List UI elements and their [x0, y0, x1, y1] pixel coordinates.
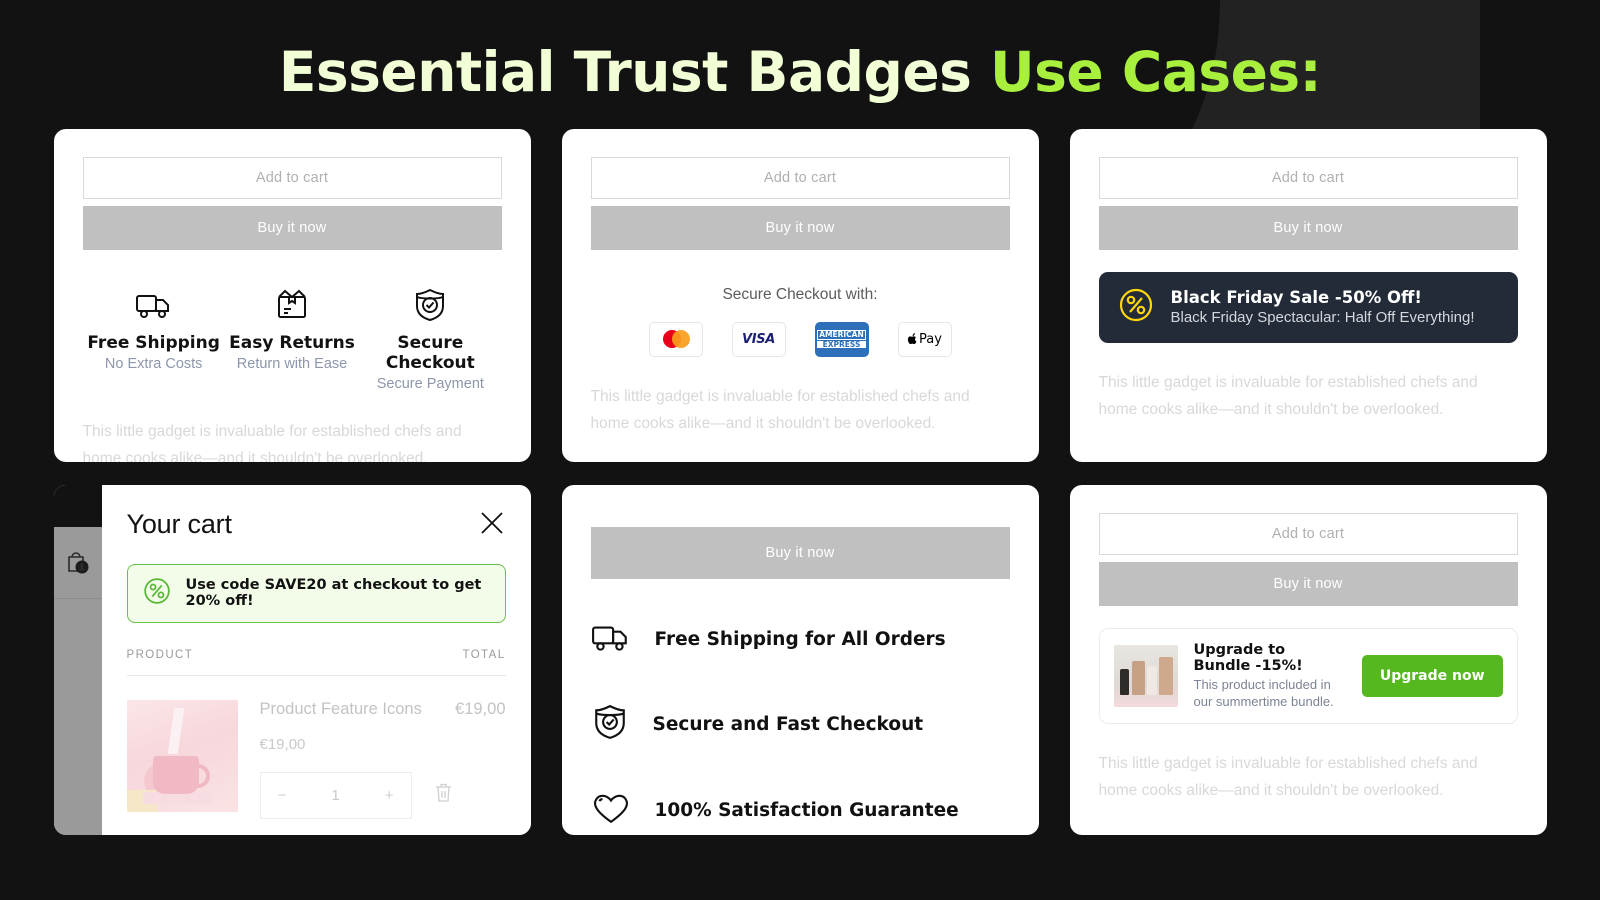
use-case-card-cart-drawer: 1 Your cart Use code SAVE20 at checkout …	[53, 484, 531, 835]
trust-badge-title: Easy Returns	[229, 332, 355, 353]
column-header-total: TOTAL	[462, 648, 506, 661]
heart-icon	[591, 791, 631, 830]
visa-logo: VISA	[731, 321, 786, 357]
cart-bag-icon[interactable]: 1	[64, 547, 94, 579]
cart-count-badge: 1	[79, 563, 84, 572]
column-header-product: PRODUCT	[126, 648, 194, 661]
percent-circle-icon	[1117, 286, 1155, 329]
cart-item-name[interactable]: Product Feature Icons	[260, 700, 422, 719]
trust-badge-title: Free Shipping	[87, 332, 220, 353]
product-description: This little gadget is invaluable for est…	[82, 422, 462, 462]
use-case-card-upsell: Add to cart Buy it now Upgrade to Bundle…	[1069, 484, 1547, 835]
apple-pay-wordmark: Pay	[919, 331, 942, 347]
use-case-card-sale-banner: Add to cart Buy it now Black Friday Sale…	[1069, 128, 1547, 462]
use-case-card-feature-list: Buy it now Free Shipping for All Orders	[561, 484, 1039, 835]
product-description: This little gadget is invaluable for est…	[590, 387, 970, 432]
promo-code-banner: Use code SAVE20 at checkout to get 20% o…	[126, 563, 506, 623]
cart-item-total: €19,00	[455, 699, 506, 718]
buy-it-now-button[interactable]: Buy it now	[1098, 205, 1518, 250]
bundle-thumbnail	[1113, 644, 1178, 707]
trust-badge-easy-returns: Easy Returns Return with Ease	[223, 286, 361, 392]
feature-row-free-shipping: Free Shipping for All Orders	[591, 621, 1010, 658]
percent-circle-icon	[142, 576, 172, 611]
quantity-stepper[interactable]: − 1 +	[259, 771, 412, 819]
apple-pay-logo: Pay	[897, 321, 952, 357]
shield-check-icon	[591, 704, 629, 745]
feature-list: Free Shipping for All Orders Secure and …	[591, 621, 1010, 830]
cart-drawer-body: Your cart Use code SAVE20 at checkout to…	[101, 484, 531, 835]
page-title: Essential Trust Badges Use Cases:	[0, 0, 1600, 103]
upsell-banner: Upgrade to Bundle -15%! This product inc…	[1098, 627, 1518, 725]
buy-it-now-button[interactable]: Buy it now	[1098, 561, 1518, 606]
add-to-cart-button[interactable]: Add to cart	[1098, 512, 1518, 555]
sidebar-top-bar	[53, 484, 102, 527]
quantity-decrease-button[interactable]: −	[278, 787, 287, 804]
secure-checkout-label: Secure Checkout with:	[722, 285, 878, 303]
feature-row-satisfaction: 100% Satisfaction Guarantee	[591, 791, 1010, 830]
amex-logo: AMERICAN EXPRESS	[814, 321, 869, 357]
trust-badge-free-shipping: Free Shipping No Extra Costs	[85, 286, 223, 392]
cart-drawer-header: Your cart	[127, 509, 506, 542]
cart-item-price: €19,00	[259, 735, 306, 753]
cart-line-item: Product Feature Icons €19,00 €19,00 − 1 …	[126, 699, 506, 819]
feature-label: Secure and Fast Checkout	[652, 713, 924, 735]
product-description: This little gadget is invaluable for est…	[1098, 373, 1478, 418]
black-friday-banner[interactable]: Black Friday Sale -50% Off! Black Friday…	[1098, 271, 1518, 343]
page-title-accent: Use Cases:	[990, 40, 1322, 104]
upsell-title: Upgrade to Bundle -15%!	[1193, 641, 1303, 674]
quantity-value[interactable]: 1	[331, 787, 339, 804]
close-icon[interactable]	[478, 509, 506, 542]
buy-it-now-button[interactable]: Buy it now	[590, 526, 1010, 579]
shield-check-icon	[361, 286, 499, 324]
feature-label: Free Shipping for All Orders	[654, 628, 946, 650]
buy-it-now-button[interactable]: Buy it now	[590, 205, 1010, 250]
cart-column-headers: PRODUCT TOTAL	[127, 649, 506, 661]
quantity-increase-button[interactable]: +	[385, 787, 394, 804]
apple-icon	[907, 332, 917, 344]
storefront-sidebar: 1	[53, 484, 102, 835]
sidebar-divider	[53, 597, 102, 599]
feature-label: 100% Satisfaction Guarantee	[654, 799, 959, 821]
mastercard-logo	[648, 321, 703, 357]
product-description: This little gadget is invaluable for est…	[1098, 755, 1478, 800]
buy-it-now-button[interactable]: Buy it now	[82, 205, 502, 250]
trust-badge-subtitle: Secure Payment	[376, 375, 484, 392]
use-case-card-payment-icons: Add to cart Buy it now Secure Checkout w…	[561, 128, 1039, 462]
add-to-cart-button[interactable]: Add to cart	[590, 156, 1010, 199]
box-return-icon	[223, 286, 361, 324]
feature-row-secure-checkout: Secure and Fast Checkout	[591, 704, 1010, 745]
use-case-card-trust-badges: Add to cart Buy it now Free Shipping No …	[53, 128, 531, 462]
payment-logo-row: VISA AMERICAN EXPRESS Pay	[591, 321, 1010, 357]
upsell-subtitle: This product included in our summertime …	[1193, 676, 1334, 709]
trust-badge-subtitle: Return with Ease	[236, 355, 348, 372]
banner-subtitle: Black Friday Spectacular: Half Off Every…	[1170, 309, 1475, 326]
product-thumbnail	[126, 699, 238, 812]
visa-wordmark: VISA	[741, 331, 776, 347]
upgrade-now-button[interactable]: Upgrade now	[1361, 654, 1503, 697]
promo-code-text: Use code SAVE20 at checkout to get 20% o…	[185, 577, 482, 609]
trust-badge-row: Free Shipping No Extra Costs Easy Return…	[83, 286, 502, 392]
trust-badge-secure-checkout: Secure Checkout Secure Payment	[361, 286, 499, 392]
page-title-main: Essential Trust Badges	[278, 40, 991, 104]
cart-drawer-title: Your cart	[126, 508, 232, 539]
trash-icon[interactable]	[434, 782, 453, 808]
truck-icon	[591, 621, 631, 658]
use-case-grid: Add to cart Buy it now Free Shipping No …	[0, 128, 1600, 835]
truck-icon	[85, 286, 223, 324]
trust-badge-title: Secure Checkout	[385, 332, 475, 373]
trust-badge-subtitle: No Extra Costs	[104, 355, 203, 372]
add-to-cart-button[interactable]: Add to cart	[1098, 156, 1518, 199]
cart-divider	[126, 674, 506, 676]
add-to-cart-button[interactable]: Add to cart	[82, 156, 502, 199]
amex-line-2: EXPRESS	[817, 340, 866, 349]
quantity-row: − 1 +	[259, 771, 506, 819]
banner-title: Black Friday Sale -50% Off!	[1170, 288, 1422, 307]
amex-line-1: AMERICAN	[817, 329, 866, 340]
